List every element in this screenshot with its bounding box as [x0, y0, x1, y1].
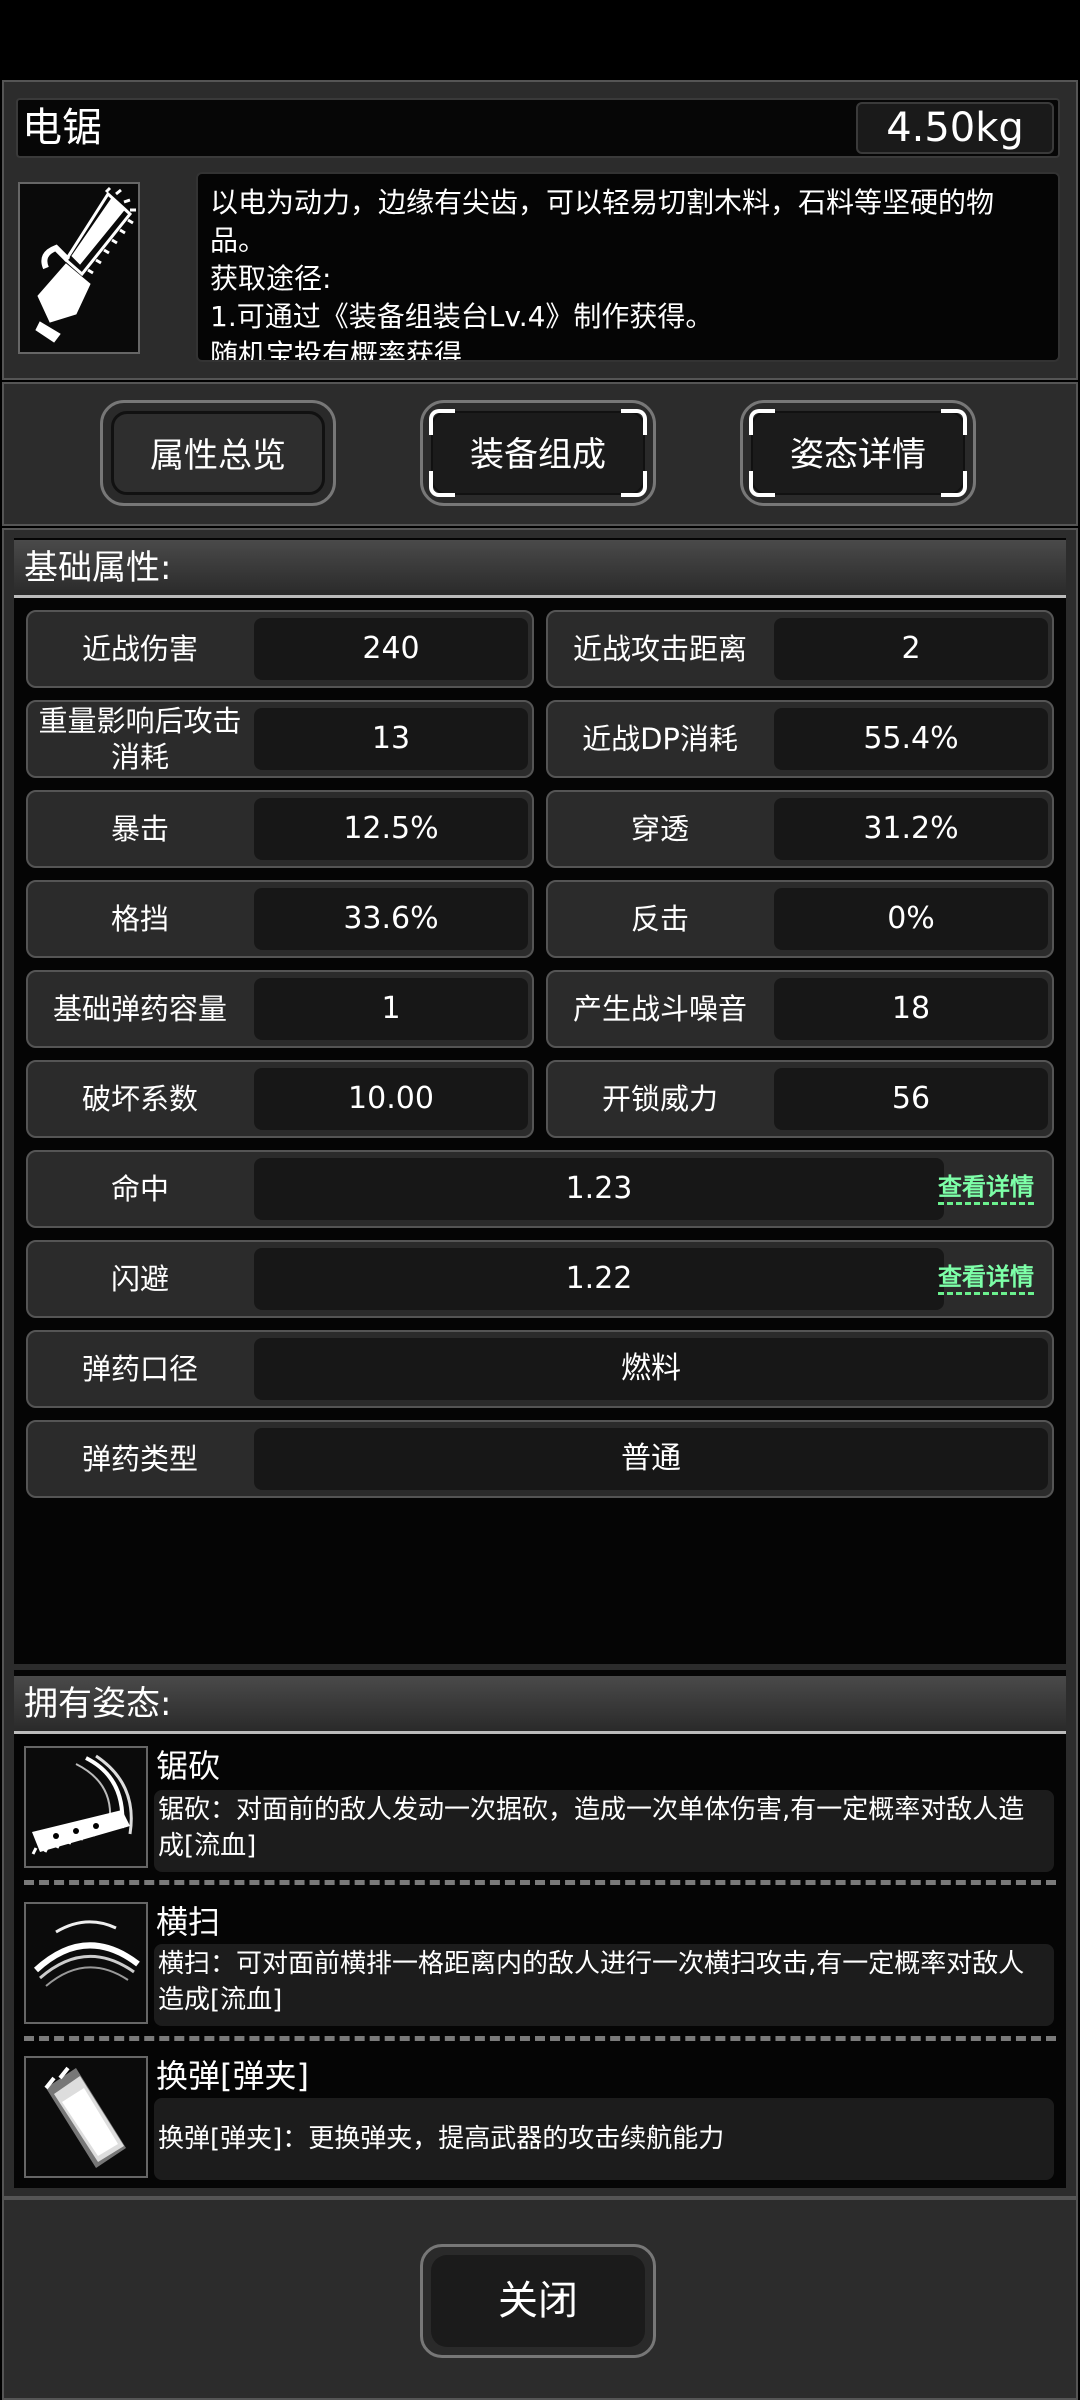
- stat-item: 反击 0%: [546, 880, 1054, 958]
- stat-value: 56: [774, 1068, 1048, 1130]
- stat-caliber: 弹药口径 燃料: [26, 1330, 1054, 1408]
- basic-attributes-title: 基础属性:: [14, 540, 1066, 598]
- stat-value: 1: [254, 978, 528, 1040]
- stat-value: 55.4%: [774, 708, 1048, 770]
- stat-label: 格挡: [110, 902, 169, 936]
- stat-label: 产生战斗噪音: [572, 992, 747, 1026]
- stat-label: 穿透: [630, 812, 689, 846]
- stat-value: 10.00: [254, 1068, 528, 1130]
- stat-value: 31.2%: [774, 798, 1048, 860]
- tab-posture-details[interactable]: 姿态详情: [740, 400, 976, 506]
- stat-dodge: 闪避 1.22 查看详情: [26, 1240, 1054, 1318]
- posture-description: 换弹[弹夹]：更换弹夹，提高武器的攻击续航能力: [154, 2098, 1054, 2180]
- stat-ammo-type: 弹药类型 普通: [26, 1420, 1054, 1498]
- stat-item: 破坏系数 10.00: [26, 1060, 534, 1138]
- stat-value: 18: [774, 978, 1048, 1040]
- stat-item: 开锁威力 56: [546, 1060, 1054, 1138]
- stat-item: 近战伤害 240: [26, 610, 534, 688]
- posture-name: 换弹[弹夹]: [156, 2057, 309, 2095]
- stat-label: 弹药口径: [81, 1352, 198, 1386]
- stat-label: 重量影响后攻击消耗: [38, 704, 242, 774]
- stat-item: 暴击 12.5%: [26, 790, 534, 868]
- stat-item: 基础弹药容量 1: [26, 970, 534, 1048]
- close-button[interactable]: 关闭: [420, 2244, 656, 2358]
- dodge-detail-link[interactable]: 查看详情: [938, 1262, 1034, 1295]
- description-line: 1.可通过《装备组装台Lv.4》制作获得。: [210, 300, 714, 333]
- stat-item: 格挡 33.6%: [26, 880, 534, 958]
- hit-detail-link[interactable]: 查看详情: [938, 1172, 1034, 1205]
- tab-label: 装备组成: [431, 411, 645, 495]
- stat-value: 1.22: [254, 1248, 944, 1310]
- stat-item: 产生战斗噪音 18: [546, 970, 1054, 1048]
- stat-item: 穿透 31.2%: [546, 790, 1054, 868]
- posture-name: 锯砍: [156, 1747, 221, 1785]
- posture-separator: [24, 1880, 1056, 1885]
- stat-item: 重量影响后攻击消耗 13: [26, 700, 534, 778]
- stat-value: 普通: [254, 1428, 1048, 1490]
- stat-value: 13: [254, 708, 528, 770]
- chainsaw-icon: [18, 182, 140, 354]
- chainsaw-slash-icon: [24, 1746, 148, 1868]
- stat-label: 反击: [630, 902, 689, 936]
- stat-item: 近战DP消耗 55.4%: [546, 700, 1054, 778]
- stat-value: 1.23: [254, 1158, 944, 1220]
- stat-value: 240: [254, 618, 528, 680]
- item-name: 电锯: [22, 105, 102, 151]
- description-line: 以电为动力，边缘有尖齿，可以轻易切割木料，石料等坚硬的物品。: [210, 186, 995, 257]
- stat-label: 弹药类型: [81, 1442, 198, 1476]
- tab-equipment-composition[interactable]: 装备组成: [420, 400, 656, 506]
- stat-label: 基础弹药容量: [52, 992, 227, 1026]
- item-description: 以电为动力，边缘有尖齿，可以轻易切割木料，石料等坚硬的物品。 获取途径: 1.可…: [196, 172, 1060, 362]
- posture-description: 横扫：可对面前横排一格距离内的敌人进行一次横扫攻击,有一定概率对敌人造成[流血]: [154, 1944, 1054, 2026]
- stat-value: 33.6%: [254, 888, 528, 950]
- posture-description: 锯砍：对面前的敌人发动一次据砍，造成一次单体伤害,有一定概率对敌人造成[流血]: [154, 1790, 1054, 1872]
- stat-label: 命中: [110, 1172, 169, 1206]
- stat-value: 12.5%: [254, 798, 528, 860]
- tab-attribute-overview[interactable]: 属性总览: [100, 400, 336, 506]
- description-line: 获取途径:: [210, 262, 332, 295]
- sweep-arc-icon: [24, 1902, 148, 2024]
- item-weight: 4.50kg: [856, 102, 1054, 154]
- stat-hit: 命中 1.23 查看详情: [26, 1150, 1054, 1228]
- stat-label: 近战DP消耗: [582, 722, 738, 756]
- stat-item: 近战攻击距离 2: [546, 610, 1054, 688]
- posture-name: 横扫: [156, 1903, 221, 1941]
- tab-label: 属性总览: [111, 411, 325, 495]
- stat-label: 近战伤害: [81, 632, 198, 666]
- stat-value: 2: [774, 618, 1048, 680]
- stat-label: 闪避: [110, 1262, 169, 1296]
- stat-value: 燃料: [254, 1338, 1048, 1400]
- stat-label: 近战攻击距离: [572, 632, 747, 666]
- tab-label: 姿态详情: [751, 411, 965, 495]
- stat-value: 0%: [774, 888, 1048, 950]
- description-line: 随机宝投有概率获得: [210, 338, 463, 362]
- postures-title: 拥有姿态:: [14, 1676, 1066, 1734]
- stat-label: 破坏系数: [81, 1082, 198, 1116]
- close-button-label: 关闭: [431, 2255, 645, 2347]
- stat-label: 暴击: [110, 812, 169, 846]
- stat-label: 开锁威力: [601, 1082, 718, 1116]
- magazine-reload-icon: [24, 2056, 148, 2178]
- posture-separator: [24, 2036, 1056, 2041]
